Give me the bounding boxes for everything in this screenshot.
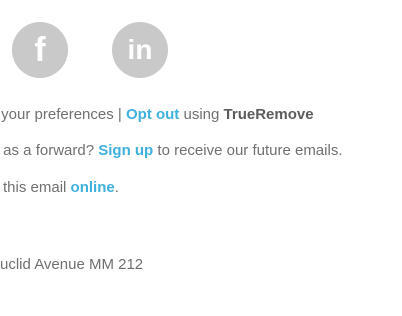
mailing-address: Euclid Avenue MM 212 [0,256,144,273]
sign-up-link[interactable]: Sign up [98,142,153,159]
preferences-text: your preferences | [0,106,126,123]
receive-text: to receive our future emails. [153,142,343,159]
brand-name: TrueRemove [223,106,314,123]
forward-line: ail as a forward? Sign up to receive our… [0,142,343,160]
facebook-glyph: f [34,31,46,69]
linkedin-glyph: in [128,34,153,65]
opt-out-link[interactable]: Opt out [126,106,179,123]
view-text: w this email [0,179,67,196]
social-links: f in [0,22,402,82]
view-online-link[interactable]: online [71,179,115,196]
forward-text: ail as a forward? [0,142,95,159]
view-online-line: w this email online. [0,179,119,197]
period-text: . [114,179,119,196]
preferences-line: nage your preferences | Opt out using Tr… [0,106,314,124]
email-footer: f in nage your preferences | Opt out usi… [0,0,402,316]
using-text: using [179,106,224,123]
linkedin-icon[interactable]: in [112,22,168,78]
facebook-icon[interactable]: f [12,22,68,78]
